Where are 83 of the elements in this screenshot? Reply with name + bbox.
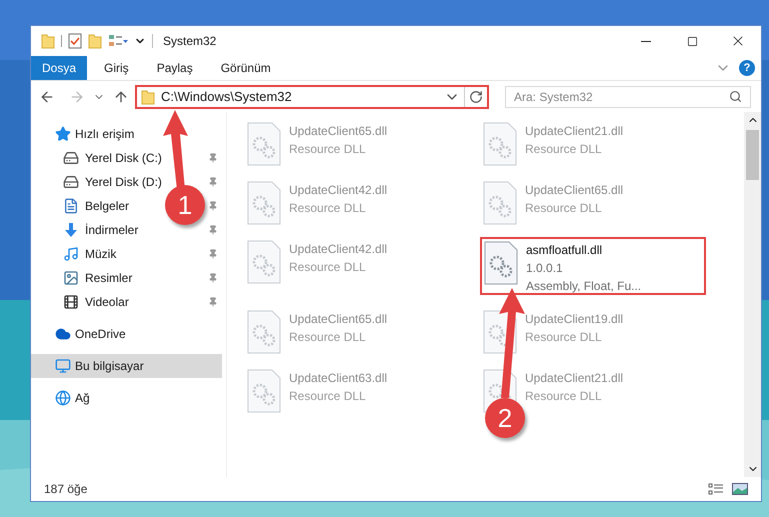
file-detail: Resource DLL xyxy=(289,259,367,276)
file-detail: Resource DLL xyxy=(289,141,367,158)
window-title: System32 xyxy=(163,33,216,50)
folder-icon xyxy=(141,88,155,104)
forward-arrow-icon[interactable] xyxy=(69,88,85,104)
folder-icon xyxy=(41,33,55,49)
nav-item[interactable]: OneDrive xyxy=(31,322,130,346)
file-name: UpdateClient42.dll xyxy=(289,182,388,199)
pin-icon[interactable] xyxy=(208,201,218,211)
item-count: 187 öğe xyxy=(44,481,88,498)
nav-item[interactable]: Bu bilgisayar xyxy=(31,354,222,378)
pin-icon[interactable] xyxy=(208,249,218,259)
film-icon xyxy=(63,294,79,310)
details-view-icon[interactable] xyxy=(708,483,724,495)
nav-item[interactable]: Hızlı erişim xyxy=(31,122,138,146)
nav-item[interactable]: Yerel Disk (D:) xyxy=(63,170,162,194)
file-tile[interactable]: asmfloatfull.dll 1.0.0.1 Assembly, Float, Fu... xyxy=(480,237,706,295)
pin-icon[interactable] xyxy=(208,297,218,307)
nav-item[interactable]: Ağ xyxy=(31,386,94,410)
new-folder-icon xyxy=(88,33,102,49)
nav-item[interactable]: Yerel Disk (C:) xyxy=(63,146,162,170)
dll-file-icon xyxy=(247,369,281,413)
file-name: UpdateClient63.dll xyxy=(289,370,388,387)
picture-icon xyxy=(63,270,79,286)
minimize-icon xyxy=(641,40,651,42)
file-detail: Resource DLL xyxy=(525,388,603,405)
pin-icon[interactable] xyxy=(208,153,218,163)
file-detail: Resource DLL xyxy=(289,329,367,346)
file-name: UpdateClient42.dll xyxy=(289,241,388,258)
nav-item[interactable]: İndirmeler xyxy=(63,218,138,242)
dll-file-icon xyxy=(247,240,281,284)
maximize-icon xyxy=(686,36,698,46)
file-detail: 1.0.0.1 xyxy=(526,260,564,277)
file-detail: Resource DLL xyxy=(525,329,603,346)
cloud-icon xyxy=(55,326,71,342)
file-detail: Resource DLL xyxy=(525,200,603,217)
pin-icon[interactable] xyxy=(208,177,218,187)
address-field[interactable]: C:\Windows\System32 xyxy=(135,84,489,108)
help-button[interactable]: ? xyxy=(739,60,755,76)
properties-icon[interactable] xyxy=(68,33,82,49)
file-detail: Resource DLL xyxy=(525,141,603,158)
nav-item[interactable]: Müzik xyxy=(63,242,116,266)
music-note-icon xyxy=(63,246,79,262)
nav-item[interactable]: Resimler xyxy=(63,266,132,290)
star-icon xyxy=(55,126,71,142)
search-field[interactable]: Ara: System32 xyxy=(505,86,751,108)
pin-icon[interactable] xyxy=(208,225,218,235)
file-name: UpdateClient65.dll xyxy=(289,123,388,140)
ribbon-tab[interactable]: Paylaş xyxy=(146,56,204,80)
dll-file-icon xyxy=(247,181,281,225)
file-name: asmfloatfull.dll xyxy=(526,242,604,259)
ribbon-tab[interactable]: Dosya xyxy=(31,56,88,80)
file-name: UpdateClient19.dll xyxy=(525,311,624,328)
nav-item[interactable]: Belgeler xyxy=(63,194,130,218)
file-name: UpdateClient21.dll xyxy=(525,370,624,387)
search-icon xyxy=(729,90,742,103)
nav-item[interactable]: Videolar xyxy=(63,290,129,314)
drive-icon xyxy=(63,150,79,166)
file-detail: Resource DLL xyxy=(289,388,367,405)
file-detail: Resource DLL xyxy=(289,200,367,217)
monitor-icon xyxy=(55,358,71,374)
file-name: UpdateClient65.dll xyxy=(525,182,624,199)
file-name: UpdateClient21.dll xyxy=(525,123,624,140)
address-path: C:\Windows\System32 xyxy=(161,88,292,106)
dll-file-icon xyxy=(247,310,281,354)
file-name: UpdateClient65.dll xyxy=(289,311,388,328)
refresh-icon[interactable] xyxy=(469,90,483,104)
drive-icon xyxy=(63,174,79,190)
large-icons-view-icon[interactable] xyxy=(732,483,748,495)
dll-file-icon xyxy=(247,122,281,166)
document-icon xyxy=(63,198,79,214)
network-icon xyxy=(55,390,71,406)
ribbon-tab[interactable]: Görünüm xyxy=(210,56,282,80)
view-options-icon[interactable] xyxy=(108,34,128,48)
download-arrow-icon xyxy=(63,222,79,238)
scroll-thumb[interactable] xyxy=(746,130,759,180)
dll-file-icon xyxy=(483,181,517,225)
dll-file-icon xyxy=(483,122,517,166)
scrollbar[interactable] xyxy=(744,112,761,477)
pin-icon[interactable] xyxy=(208,273,218,283)
ribbon-tab[interactable]: Giriş xyxy=(93,56,140,80)
file-detail: Assembly, Float, Fu... xyxy=(526,278,642,295)
dll-file-icon xyxy=(484,241,518,285)
